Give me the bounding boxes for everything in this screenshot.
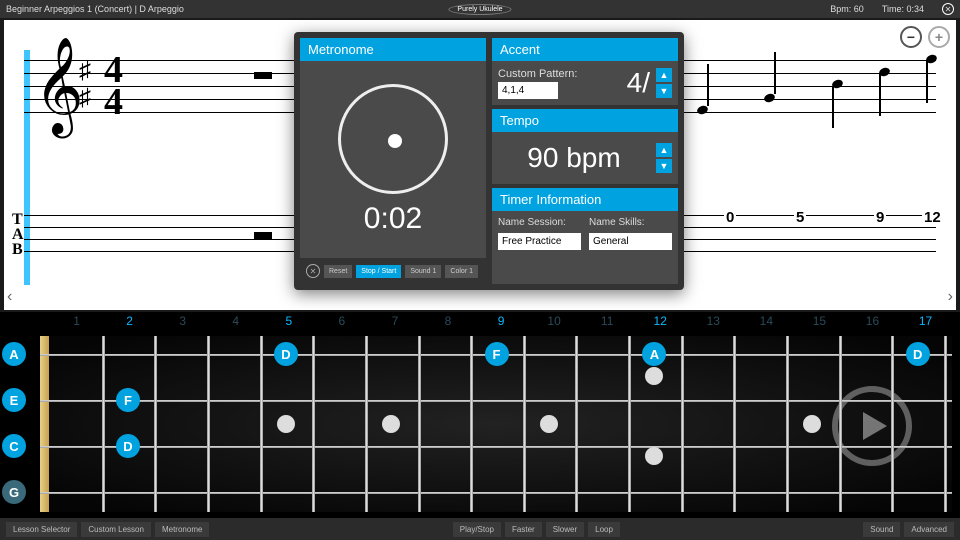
next-arrow-button[interactable] [832,386,912,466]
tab-number: 0 [724,209,736,226]
fret-note: F [116,388,140,412]
fret-number: 17 [899,314,952,332]
tab-number: 9 [874,209,886,226]
fretboard[interactable]: DFADFD [40,336,952,512]
open-string-note: A [2,342,26,366]
fret-number: 10 [528,314,581,332]
tab-number: 5 [794,209,806,226]
zoom-in-button[interactable]: + [928,26,950,48]
fret-number: 9 [475,314,528,332]
bottom-bar: Lesson Selector Custom Lesson Metronome … [0,518,960,540]
stop-start-button[interactable]: Stop / Start [356,265,401,278]
tempo-header: Tempo [492,109,678,132]
fret-number-row: 1234567891011121314151617 [8,314,952,332]
fret-number: 16 [846,314,899,332]
tempo-up-button[interactable]: ▲ [656,143,672,157]
open-string-column: AECG [2,342,26,504]
loop-button[interactable]: Loop [588,522,620,537]
fret-number: 7 [368,314,421,332]
nav-next-button[interactable]: › [948,288,953,306]
fret-number: 5 [262,314,315,332]
fret-number: 15 [793,314,846,332]
fret-note: A [642,342,666,366]
slower-button[interactable]: Slower [546,522,584,537]
top-bar: Beginner Arpeggios 1 (Concert) | D Arpeg… [0,0,960,18]
sound-select-button[interactable]: Sound 1 [405,265,441,278]
skills-label: Name Skills: [589,217,672,228]
nav-prev-button[interactable]: ‹ [7,288,12,306]
accent-display: 4/ [627,67,650,99]
session-input[interactable] [498,233,581,250]
fret-number: 3 [156,314,209,332]
fret-number: 4 [209,314,262,332]
open-string-note: G [2,480,26,504]
fret-number: 11 [581,314,634,332]
color-select-button[interactable]: Color 1 [445,265,478,278]
accent-up-button[interactable]: ▲ [656,68,672,82]
lesson-selector-button[interactable]: Lesson Selector [6,522,77,537]
faster-button[interactable]: Faster [505,522,542,537]
tempo-display: 90 bpm [498,138,650,178]
fret-number: 13 [687,314,740,332]
fret-note: D [116,434,140,458]
notation-area: − + 𝄞 ♯♯ 4 4 TAB 0 5 9 12 ‹ › Metronome … [4,20,956,310]
sound-button[interactable]: Sound [863,522,900,537]
session-label: Name Session: [498,217,581,228]
metronome-panel: Metronome 0:02 ✕ Reset Stop / Start Soun… [294,32,684,290]
pattern-label: Custom Pattern: [498,68,577,80]
fret-note: D [274,342,298,366]
open-string-note: C [2,434,26,458]
bpm-readout: Bpm: 60 [830,4,864,14]
timer-header: Timer Information [492,188,678,211]
metronome-dial: 0:02 [300,61,486,258]
close-button[interactable]: ✕ [942,3,954,15]
skills-input[interactable] [589,233,672,250]
tab-label: TAB [12,212,24,258]
reset-button[interactable]: Reset [324,265,352,278]
zoom-out-button[interactable]: − [900,26,922,48]
advanced-button[interactable]: Advanced [904,522,954,537]
fret-number: 8 [421,314,474,332]
half-rest [254,72,272,79]
fret-number: 12 [634,314,687,332]
fret-number: 1 [50,314,103,332]
tab-number: 12 [922,209,943,226]
nut [40,336,49,512]
lesson-title: Beginner Arpeggios 1 (Concert) | D Arpeg… [6,4,184,14]
open-string-note: E [2,388,26,412]
tempo-down-button[interactable]: ▼ [656,159,672,173]
brand-logo: Purely Ukulele [448,4,511,15]
metronome-header: Metronome [300,38,486,61]
metronome-close-button[interactable]: ✕ [306,264,320,278]
time-readout: Time: 0:34 [882,4,924,14]
metronome-time: 0:02 [364,202,422,236]
fret-number: 14 [740,314,793,332]
accent-down-button[interactable]: ▼ [656,84,672,98]
fretboard-area: 1234567891011121314151617 AECG DFADFD [0,312,960,518]
fret-note: F [485,342,509,366]
pattern-input[interactable] [498,82,558,99]
metronome-button[interactable]: Metronome [155,522,209,537]
play-stop-button[interactable]: Play/Stop [453,522,501,537]
custom-lesson-button[interactable]: Custom Lesson [81,522,151,537]
fret-number: 6 [315,314,368,332]
accent-header: Accent [492,38,678,61]
fret-note: D [906,342,930,366]
tab-rest [254,232,272,239]
fret-number: 2 [103,314,156,332]
